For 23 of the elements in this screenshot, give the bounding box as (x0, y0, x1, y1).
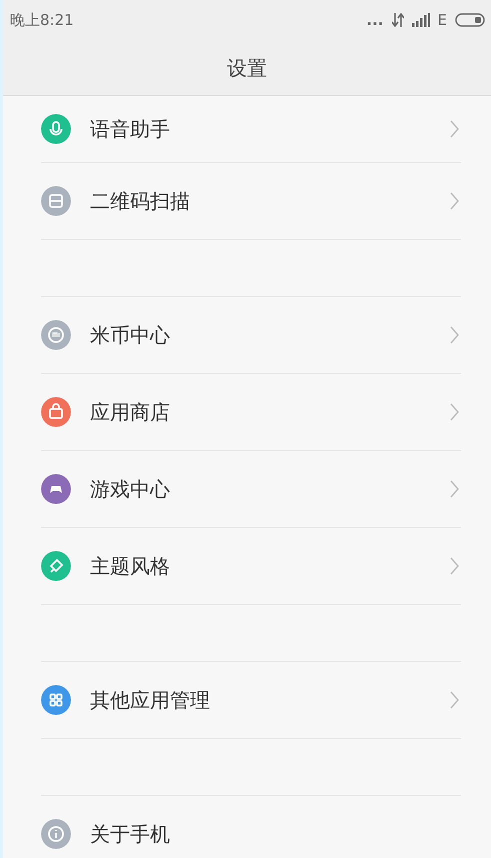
signal-icon (412, 13, 430, 27)
network-type: E (438, 10, 447, 31)
settings-item[interactable]: 米币中心 (41, 297, 461, 374)
settings-item[interactable]: 语音助手 (41, 96, 461, 163)
settings-item[interactable]: 应用商店 (41, 374, 461, 451)
item-label: 米币中心 (90, 322, 170, 349)
settings-item[interactable]: 主题风格 (41, 528, 461, 605)
item-label: 游戏中心 (90, 476, 170, 503)
item-label: 语音助手 (90, 116, 170, 143)
item-label: 关于手机 (90, 821, 170, 848)
data-arrows-icon (392, 13, 404, 27)
status-time: 晚上8:21 (10, 10, 74, 31)
item-label: 主题风格 (90, 553, 170, 580)
settings-item[interactable]: 其他应用管理 (41, 662, 461, 739)
item-label: 二维码扫描 (90, 188, 190, 215)
page-title: 设置 (227, 54, 267, 82)
settings-item[interactable]: 二维码扫描 (41, 163, 461, 240)
settings-item[interactable]: 关于手机 (41, 796, 461, 858)
more-icon: ... (366, 8, 384, 32)
item-label: 其他应用管理 (90, 687, 210, 714)
battery-icon (455, 13, 485, 27)
item-label: 应用商店 (90, 399, 170, 426)
settings-item[interactable]: 游戏中心 (41, 451, 461, 528)
